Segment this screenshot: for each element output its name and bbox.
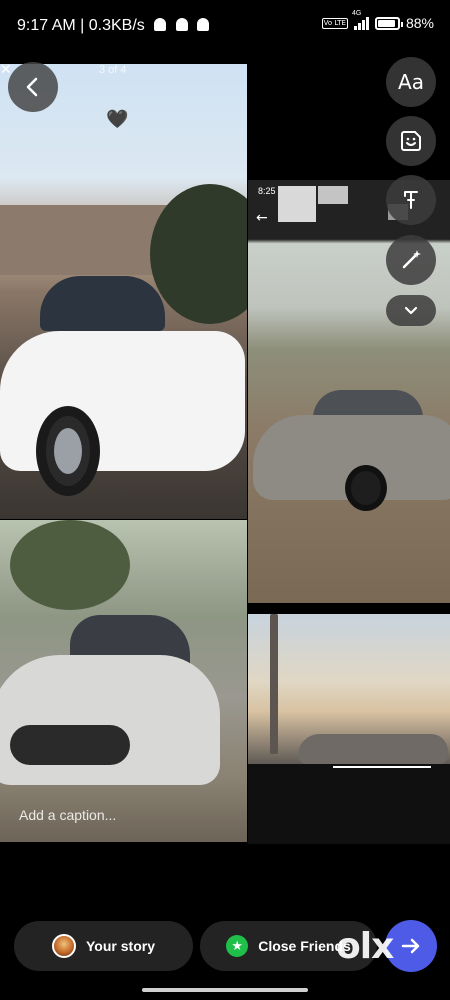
battery-percent: 88%: [405, 15, 434, 31]
caption-underline: [333, 766, 431, 768]
status-bar: 9:17 AM | 0.3KB/s Vo LTE 4G 88%: [0, 0, 450, 54]
effects-tool-button[interactable]: [386, 235, 436, 285]
collage-photo-silver-swift[interactable]: [0, 520, 247, 842]
sticker-tool-button[interactable]: [386, 116, 436, 166]
inner-screenshot-back-arrow: ←: [256, 210, 268, 226]
pixelated-redaction: [278, 186, 316, 222]
snapchat-notification-icon: [175, 18, 188, 31]
collage-empty-area: [248, 764, 450, 844]
network-type: 4G: [351, 10, 362, 17]
white-car-shape: [0, 276, 247, 506]
sparkle-wand-icon: [402, 250, 421, 269]
heart-sticker[interactable]: 🖤: [106, 111, 128, 129]
avatar: [52, 934, 76, 958]
grey-car-shape: [253, 390, 450, 520]
volte-icon: Vo LTE: [321, 17, 348, 29]
your-story-button[interactable]: Your story: [14, 921, 193, 971]
silver-car-shape: [0, 615, 230, 825]
chevron-left-icon: [26, 77, 38, 97]
battery-fill: [377, 19, 395, 27]
home-indicator[interactable]: [142, 988, 308, 992]
star-icon: ★: [226, 935, 249, 957]
status-time-text: 9:17 AM | 0.3KB/s: [17, 17, 145, 34]
car-roof-shape: [298, 734, 448, 764]
snapchat-notification-icon: [197, 18, 210, 31]
pixelated-redaction: [318, 186, 348, 204]
text-tool-label: Aa: [398, 70, 424, 94]
draw-tool-button[interactable]: [386, 175, 436, 225]
bare-tree-shape: [270, 614, 278, 754]
more-tools-button[interactable]: [386, 295, 436, 326]
sticker-icon: [401, 131, 421, 151]
your-story-label: Your story: [86, 938, 155, 954]
photo-counter: 3 of 4: [99, 64, 127, 76]
caption-input[interactable]: Add a caption...: [19, 807, 116, 823]
snapchat-notification-icon: [154, 18, 167, 31]
chevron-down-icon: [404, 306, 418, 314]
text-tool-button[interactable]: Aa: [386, 57, 436, 107]
pen-icon: [404, 191, 418, 209]
tree-shape: [10, 520, 130, 610]
inner-screenshot-time: 8:25: [258, 186, 276, 196]
collage-photo-field-sunset[interactable]: [248, 614, 450, 764]
arrow-right-icon: [401, 938, 420, 954]
olx-watermark: olx: [336, 926, 394, 967]
status-time-speed: 9:17 AM | 0.3KB/s: [17, 17, 210, 35]
collage-photo-white-hatchback[interactable]: [0, 64, 247, 519]
signal-icon: 4G: [352, 10, 369, 30]
back-button[interactable]: [8, 62, 58, 112]
status-right-cluster: Vo LTE 4G 88%: [321, 10, 434, 31]
battery-icon: [374, 16, 403, 30]
